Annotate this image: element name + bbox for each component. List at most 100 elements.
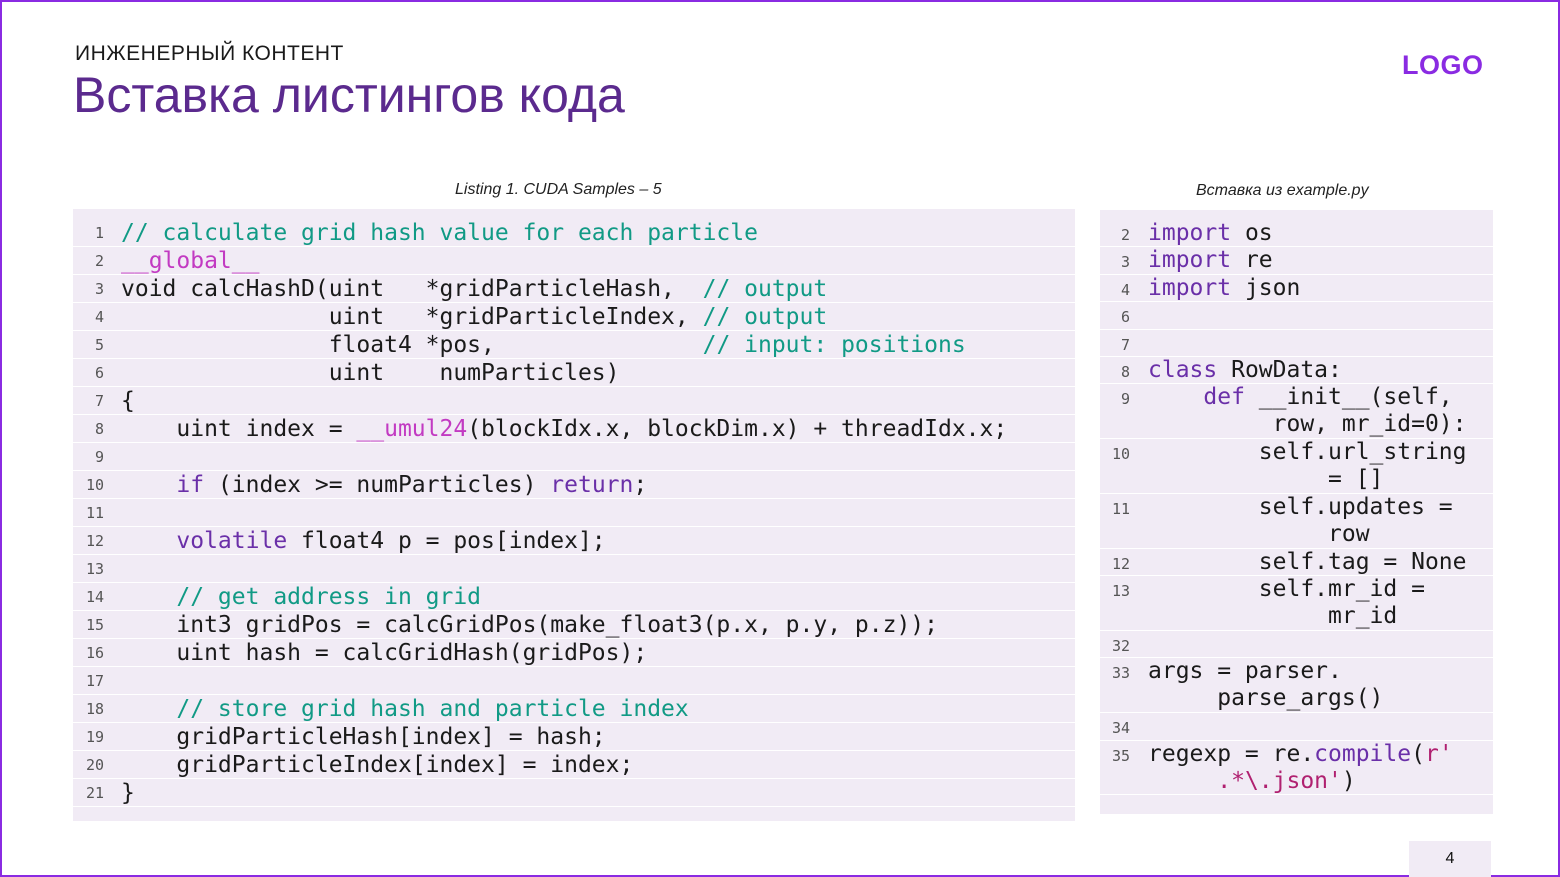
code-text: self.mr_id = mr_id	[1148, 576, 1425, 630]
code-text: self.updates =	[1148, 493, 1453, 520]
code-line: 6	[1100, 302, 1493, 330]
code-text: // calculate grid hash value for each pa…	[121, 219, 758, 247]
code-text: = []	[1148, 466, 1384, 493]
code-keyword: def	[1203, 384, 1245, 411]
code-text: import os	[1148, 220, 1273, 247]
code-text: uint hash = calcGridHash(gridPos);	[121, 639, 647, 667]
code-line: 2 import os	[1100, 220, 1493, 248]
code-text: )	[1341, 767, 1356, 794]
slide-title: Вставка листингов кода	[73, 67, 625, 123]
code-text: int3 gridPos = calcGridPos(make_float3(p…	[121, 611, 938, 639]
code-keyword: volatile	[176, 528, 288, 554]
code-token: __global__	[121, 248, 260, 274]
code-text: void calcHashD(uint *gridParticleHash,	[121, 276, 703, 302]
line-number: 7	[1120, 335, 1130, 354]
code-line: 14 // get address in grid	[73, 583, 1075, 611]
line-number: 8	[94, 420, 104, 438]
code-line: 32	[1100, 631, 1493, 659]
code-text: int3 gridPos = calcGridPos(make_float3(p…	[121, 612, 938, 638]
code-keyword: class	[1148, 356, 1218, 383]
code-text: uint numParticles)	[121, 359, 620, 387]
code-line: 21}	[73, 779, 1075, 807]
code-text: gridParticleIndex[index] = index;	[121, 751, 633, 779]
code-token: .*\.json'	[1217, 767, 1342, 794]
line-number: 3	[1120, 253, 1130, 272]
code-text: import re	[1148, 247, 1273, 274]
code-comment: // store grid hash and particle index	[176, 696, 689, 722]
code-text: float4 *pos,	[121, 332, 703, 358]
line-number: 20	[85, 756, 104, 774]
code-text: void calcHashD(uint *gridParticleHash, /…	[121, 275, 827, 303]
code-text: self.updates = row	[1148, 494, 1453, 548]
code-text: // get address in grid	[121, 583, 481, 611]
code-text: args = parser. parse_args()	[1148, 658, 1383, 712]
code-text: gridParticleIndex[index] = index;	[121, 752, 634, 778]
code-keyword: import	[1148, 247, 1232, 274]
code-text: def __init__(self, row, mr_id=0):	[1148, 384, 1467, 438]
code-text: row	[1148, 520, 1370, 547]
code-text: __global__	[121, 247, 259, 275]
code-text: (index >= numParticles)	[204, 472, 551, 498]
code-comment: // output	[702, 304, 828, 330]
code-line: 10 if (index >= numParticles) return;	[73, 471, 1075, 499]
code-comment: // output	[702, 276, 828, 302]
code-line: 7{	[73, 387, 1075, 415]
line-number: 33	[1111, 664, 1130, 683]
line-number: 7	[94, 392, 104, 410]
line-number: 13	[1111, 582, 1130, 601]
code-token: r'	[1424, 740, 1453, 767]
code-text: import json	[1148, 275, 1300, 302]
code-line: 6 uint numParticles)	[73, 359, 1075, 387]
code-text: RowData:	[1217, 356, 1342, 383]
line-number: 32	[1111, 636, 1130, 655]
code-keyword: import	[1148, 274, 1232, 301]
code-text: row, mr_id=0):	[1148, 411, 1467, 438]
code-text: gridParticleHash[index] = hash;	[121, 723, 606, 751]
code-line: 12 volatile float4 p = pos[index];	[73, 527, 1075, 555]
line-number: 34	[1111, 719, 1130, 738]
code-line: 5 float4 *pos, // input: positions	[73, 331, 1075, 359]
code-comment: // input: positions	[702, 332, 966, 358]
section-label: ИНЖЕНЕРНЫЙ КОНТЕНТ	[75, 42, 344, 65]
code-token: __umul24	[356, 416, 468, 442]
code-line: 7	[1100, 330, 1493, 357]
code-listing-python: 2 import os 3 import re 4 import json 6 7 8 class…	[1100, 210, 1493, 814]
line-number: 12	[85, 532, 104, 550]
line-number: 6	[1120, 308, 1130, 327]
line-number: 10	[1111, 445, 1130, 464]
code-line: 13	[73, 555, 1075, 583]
code-line: 8 class RowData:	[1100, 356, 1493, 385]
code-text: {	[121, 388, 135, 414]
code-text: self.tag = None	[1148, 548, 1467, 575]
code-line: 3 import re	[1100, 247, 1493, 275]
code-text: regexp = re.compile(r' .*\.json')	[1148, 741, 1453, 795]
line-number: 12	[1111, 554, 1130, 573]
code-text: // store grid hash and particle index	[121, 695, 689, 723]
code-line: 17	[73, 667, 1075, 695]
code-line: 19 gridParticleHash[index] = hash;	[73, 723, 1075, 751]
code-line: 13 self.mr_id = mr_id	[1100, 576, 1493, 631]
line-number: 35	[1111, 746, 1130, 765]
code-text: re	[1231, 247, 1273, 274]
code-text: json	[1231, 274, 1301, 301]
code-line: 15 int3 gridPos = calcGridPos(make_float…	[73, 611, 1075, 639]
code-text: volatile float4 p = pos[index];	[121, 527, 605, 555]
code-line: 11	[73, 499, 1075, 527]
code-line: 10 self.url_string = []	[1100, 439, 1493, 494]
code-text: uint numParticles)	[121, 360, 620, 386]
code-text: gridParticleHash[index] = hash;	[121, 724, 606, 750]
line-number: 2	[94, 252, 104, 270]
code-line: 16 uint hash = calcGridHash(gridPos);	[73, 639, 1075, 667]
line-number: 4	[1120, 280, 1130, 299]
code-keyword: return	[550, 472, 634, 498]
line-number: 2	[1120, 226, 1130, 244]
code-text: (blockIdx.x, blockDim.x) + threadIdx.x;	[467, 416, 1008, 442]
code-text: uint index = __umul24(blockIdx.x, blockD…	[121, 415, 1007, 443]
code-line: 20 gridParticleIndex[index] = index;	[73, 751, 1075, 779]
code-text: {	[121, 387, 135, 415]
line-number: 11	[85, 504, 104, 522]
